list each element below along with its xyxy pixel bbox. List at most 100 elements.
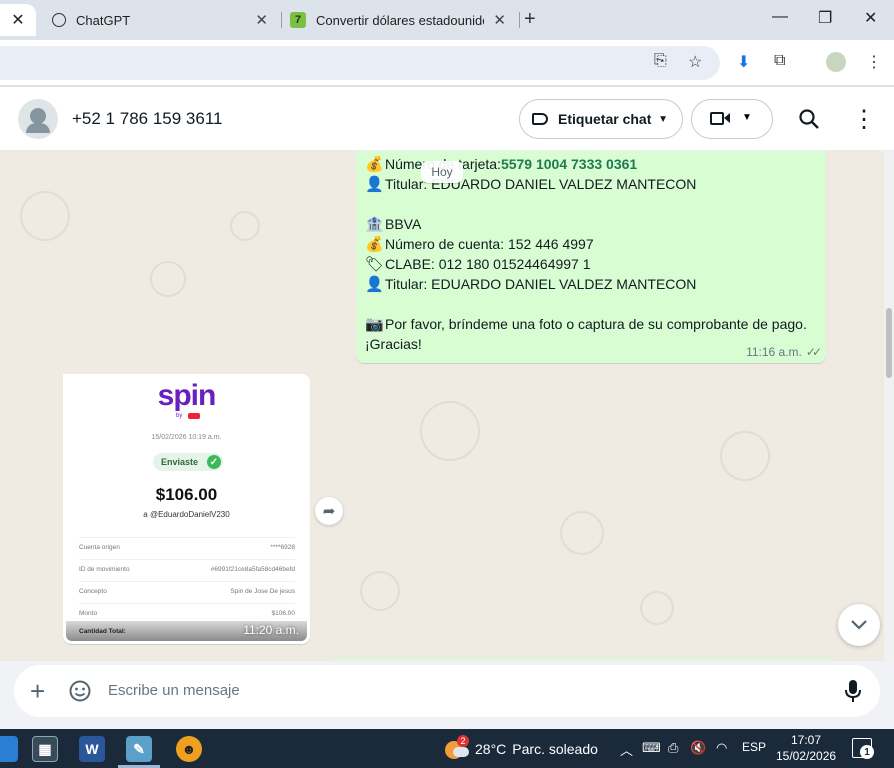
- tray-wifi-icon[interactable]: ◠: [716, 740, 727, 756]
- avatar-body-icon: [26, 123, 50, 133]
- calculator-app-icon[interactable]: ▦: [32, 736, 58, 762]
- word-app-icon[interactable]: W: [79, 736, 105, 762]
- minimize-icon[interactable]: —: [772, 8, 788, 26]
- attach-plus-icon[interactable]: +: [30, 676, 45, 707]
- wallpaper-doodle: [360, 571, 400, 611]
- chat-menu-icon[interactable]: ⋮: [852, 105, 876, 134]
- notes-app-icon[interactable]: ✎: [126, 736, 152, 762]
- row-label: Cuenta origen: [79, 544, 120, 551]
- date-chip: Hoy: [421, 161, 463, 183]
- receipt-row: Cuenta origen ****6928: [79, 537, 295, 559]
- close-window-icon[interactable]: ✕: [864, 8, 877, 28]
- row-label: Concepto: [79, 588, 107, 595]
- download-icon[interactable]: ⬇: [737, 52, 750, 72]
- compose-bar: +: [0, 661, 894, 729]
- payment-receipt-image[interactable]: spin by 15/02/2026 10:19 a.m. Enviaste ✓…: [66, 377, 307, 641]
- request-text: Por favor, bríndeme una foto o captura d…: [385, 316, 807, 332]
- tab-currency-converter[interactable]: 7 Convertir dólares estadounidenses ✕: [286, 4, 516, 36]
- chat-scrollbar-thumb[interactable]: [886, 308, 892, 378]
- holder-line: 👤 Titular: EDUARDO DANIEL VALDEZ MANTECO…: [365, 274, 696, 294]
- wallpaper-doodle: [560, 511, 604, 555]
- receipt-recipient: a @EduardoDanielV230: [143, 510, 230, 519]
- tray-chevron-up-icon[interactable]: ︿: [620, 740, 633, 759]
- wallpaper-doodle: [720, 431, 770, 481]
- close-tab-icon[interactable]: ✕: [255, 11, 268, 29]
- video-call-button[interactable]: ▼: [691, 99, 773, 139]
- double-check-icon: ✓✓: [805, 345, 822, 359]
- tab-title: ChatGPT: [76, 12, 131, 28]
- account-line: 💰 Número de cuenta: 152 446 4997: [365, 234, 594, 254]
- chatgpt-favicon-icon: [52, 13, 66, 27]
- notification-count: 1: [860, 745, 874, 759]
- tab-divider: [281, 12, 282, 28]
- contact-avatar[interactable]: [18, 99, 58, 139]
- clock-date: 15/02/2026: [776, 749, 837, 763]
- edge-app-icon[interactable]: [0, 736, 18, 762]
- card-number-link[interactable]: 5579 1004 7333 0361: [501, 156, 637, 172]
- money-bag-icon: 💰: [365, 156, 384, 173]
- card-number-line: 💰 Número de tarjeta: 5579 1004 7333 0361: [365, 154, 637, 174]
- converter-favicon-icon: 7: [290, 12, 306, 28]
- thanks-line: ¡Gracias!: [365, 334, 422, 354]
- receipt-row: ID de movimiento #6991f21ce8a5fa58cd46be…: [79, 559, 295, 581]
- language-indicator[interactable]: ESP: [742, 740, 766, 754]
- tab-title: Convertir dólares estadounidenses: [316, 12, 484, 28]
- omnibox[interactable]: [0, 46, 720, 80]
- weather-widget[interactable]: 2 28°C Parc. soleado: [445, 735, 598, 759]
- weather-sun-icon: 2: [445, 735, 469, 759]
- bookmark-star-icon[interactable]: ☆: [688, 52, 702, 72]
- browser-menu-icon[interactable]: ⋮: [866, 52, 882, 72]
- wallpaper-doodle: [20, 191, 70, 241]
- holder-line: 👤 Titular: EDUARDO DANIEL VALDEZ MANTECO…: [365, 174, 696, 194]
- person-icon: 👤: [365, 176, 384, 193]
- browser-tab-strip: ✕ ChatGPT ✕ 7 Convertir dólares estadoun…: [0, 0, 894, 40]
- receipt-amount: $106.00: [155, 485, 218, 504]
- row-value: Spin de Jose De jesus: [230, 588, 295, 595]
- row-label: Monto: [79, 610, 98, 617]
- request-line: 📷 Por favor, bríndeme una foto o captura…: [365, 314, 807, 334]
- game-app-icon[interactable]: ☻: [176, 736, 202, 762]
- close-tab-icon[interactable]: ✕: [493, 11, 506, 29]
- microphone-icon[interactable]: [844, 679, 862, 709]
- receipt-date: 15/02/2026 10:19 a.m.: [151, 434, 222, 441]
- tag-chat-button[interactable]: Etiquetar chat ▼: [519, 99, 683, 139]
- contact-name[interactable]: +52 1 786 159 3611: [72, 109, 222, 129]
- weather-text: Parc. soleado: [512, 741, 598, 757]
- weather-temp: 28°C: [475, 741, 507, 757]
- maximize-icon[interactable]: ❐: [818, 8, 832, 28]
- forward-arrow-icon: ➦: [322, 503, 336, 520]
- chat-scrollbar[interactable]: [884, 151, 894, 661]
- taskbar-clock[interactable]: 17:07 15/02/2026: [776, 732, 836, 764]
- tray-speaker-muted-icon[interactable]: 🔇: [690, 740, 706, 756]
- thanks-text: ¡Gracias!: [365, 336, 422, 352]
- tab-divider: [519, 12, 520, 28]
- new-tab-icon[interactable]: +: [524, 8, 536, 31]
- sticker-icon[interactable]: [68, 679, 92, 709]
- account-text: Número de cuenta: 152 446 4997: [385, 236, 594, 252]
- profile-avatar-icon[interactable]: [826, 52, 846, 72]
- tray-meet-icon[interactable]: ⎙: [668, 740, 678, 756]
- close-tab-icon[interactable]: ✕: [11, 10, 24, 30]
- address-bar-row: ⎘ ☆ ⬇ ⧉ ⋮: [0, 40, 894, 86]
- row-value: $106.00: [271, 610, 296, 617]
- message-input[interactable]: [106, 681, 806, 700]
- chat-header: +52 1 786 159 3611 Etiquetar chat ▼ ▼ ⋮: [0, 87, 894, 151]
- forward-button[interactable]: ➦: [315, 497, 343, 525]
- active-tab[interactable]: ✕: [0, 4, 36, 36]
- tab-chatgpt[interactable]: ChatGPT ✕: [48, 4, 278, 36]
- label-tag-icon: [532, 113, 548, 125]
- tray-network-adapter-icon[interactable]: ⌨: [642, 740, 661, 756]
- check-circle-icon: ✓: [207, 455, 221, 469]
- wallpaper-doodle: [640, 591, 674, 625]
- status-badge: Enviaste ✓: [153, 453, 223, 471]
- wallpaper-doodle: [230, 211, 260, 241]
- search-icon[interactable]: [798, 108, 820, 136]
- row-value: ****6928: [270, 544, 295, 551]
- extensions-icon[interactable]: ⧉: [774, 52, 785, 70]
- bank-line: 🏦 BBVA: [365, 214, 421, 234]
- install-app-icon[interactable]: ⎘: [654, 52, 667, 70]
- bank-text: BBVA: [385, 216, 422, 232]
- scroll-to-bottom-button[interactable]: [838, 604, 880, 646]
- person-icon: 👤: [365, 276, 384, 293]
- incoming-image-message[interactable]: spin by 15/02/2026 10:19 a.m. Enviaste ✓…: [63, 374, 310, 644]
